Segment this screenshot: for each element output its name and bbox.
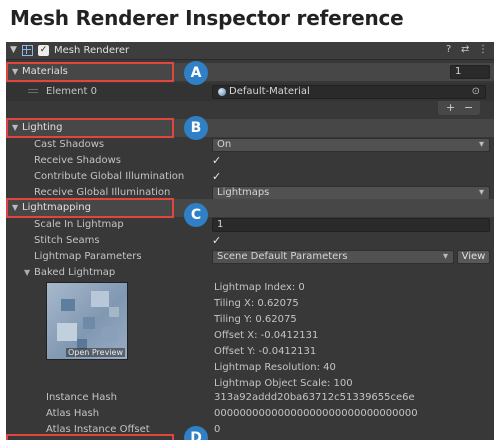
contribute-gi-row: Contribute Global Illumination ✓ (6, 169, 494, 185)
materials-count-field[interactable]: 1 (450, 65, 490, 79)
view-parameters-button[interactable]: View (457, 250, 490, 264)
drag-handle-icon[interactable] (28, 89, 38, 90)
receive-gi-dropdown[interactable]: Lightmaps (212, 186, 490, 200)
baked-lightmap-arrow-icon[interactable]: ▼ (24, 268, 30, 277)
inspector-panel: ▼ ✓ Mesh Renderer ? ⇄ ⋮ ▼ Materials 1 El… (6, 42, 494, 440)
lightmap-parameters-dropdown[interactable]: Scene Default Parameters (212, 250, 454, 264)
tiling-y-text: Tiling Y: 0.62075 (214, 314, 297, 325)
receive-shadows-label: Receive Shadows (34, 155, 121, 166)
offset-x-text: Offset X: -0.0412131 (214, 330, 319, 341)
stitch-seams-label: Stitch Seams (34, 235, 100, 246)
receive-gi-label: Receive Global Illumination (34, 187, 171, 198)
contribute-gi-checkbox[interactable]: ✓ (212, 170, 221, 183)
highlight-box-d (6, 434, 174, 440)
scale-in-lightmap-row: Scale In Lightmap 1 (6, 217, 494, 233)
material-element-label: Element 0 (46, 86, 97, 97)
add-element-button[interactable]: + (446, 101, 455, 114)
atlas-hash-label: Atlas Hash (46, 408, 100, 419)
cast-shadows-dropdown[interactable]: On (212, 138, 490, 152)
component-title: Mesh Renderer (54, 45, 130, 56)
material-element-row: Element 0 Default-Material ⊙ (6, 83, 494, 101)
highlight-box-lightmapping (6, 198, 174, 218)
more-options-icon[interactable]: ⋮ (478, 44, 488, 55)
component-header[interactable]: ▼ ✓ Mesh Renderer ? ⇄ ⋮ (6, 42, 494, 60)
lightmap-preview-image[interactable]: Open Preview (46, 282, 128, 360)
remove-element-button[interactable]: − (464, 101, 473, 114)
baked-lightmap-label: Baked Lightmap (34, 267, 116, 278)
scale-in-lightmap-label: Scale In Lightmap (34, 219, 124, 230)
stitch-seams-checkbox[interactable]: ✓ (212, 234, 221, 247)
lightmap-resolution-text: Lightmap Resolution: 40 (214, 362, 336, 373)
highlight-box-lighting (6, 118, 174, 138)
open-preview-button[interactable]: Open Preview (65, 348, 125, 357)
material-sphere-icon (218, 88, 226, 96)
contribute-gi-label: Contribute Global Illumination (34, 171, 185, 182)
highlight-box-materials (6, 62, 174, 82)
component-enabled-checkbox[interactable]: ✓ (38, 45, 49, 56)
presets-icon[interactable]: ⇄ (461, 44, 469, 55)
instance-hash-value: 313a92addd20ba63712c51339655ce6e (214, 392, 415, 403)
lightmap-parameters-label: Lightmap Parameters (34, 251, 142, 262)
receive-shadows-row: Receive Shadows ✓ (6, 153, 494, 169)
material-name: Default-Material (229, 86, 310, 97)
stitch-seams-row: Stitch Seams ✓ (6, 233, 494, 249)
callout-badge-b: B (184, 116, 208, 140)
atlas-instance-offset-value: 0 (214, 424, 221, 435)
list-add-remove: + − (438, 101, 480, 115)
object-picker-icon[interactable]: ⊙ (472, 86, 480, 98)
instance-hash-row: Instance Hash 313a92addd20ba63712c513396… (6, 390, 494, 406)
scale-in-lightmap-field[interactable]: 1 (212, 218, 490, 232)
callout-badge-c: C (184, 203, 208, 227)
lightmap-parameters-row: Lightmap Parameters Scene Default Parame… (6, 249, 494, 265)
atlas-hash-value: 00000000000000000000000000000000 (214, 408, 418, 419)
receive-shadows-checkbox[interactable]: ✓ (212, 154, 221, 167)
tiling-x-text: Tiling X: 0.62075 (214, 298, 299, 309)
instance-hash-label: Instance Hash (46, 392, 117, 403)
help-icon[interactable]: ? (446, 44, 451, 55)
offset-y-text: Offset Y: -0.0412131 (214, 346, 317, 357)
cast-shadows-label: Cast Shadows (34, 139, 105, 150)
page-title: Mesh Renderer Inspector reference (10, 6, 404, 30)
lightmap-index-text: Lightmap Index: 0 (214, 282, 305, 293)
material-object-field[interactable]: Default-Material ⊙ (212, 85, 486, 99)
callout-badge-a: A (184, 61, 208, 85)
baked-lightmap-row[interactable]: ▼ Baked Lightmap (6, 265, 494, 281)
mesh-renderer-icon (22, 45, 33, 56)
atlas-hash-row: Atlas Hash 00000000000000000000000000000… (6, 406, 494, 422)
lightmap-object-scale-text: Lightmap Object Scale: 100 (214, 378, 353, 389)
collapse-arrow-icon[interactable]: ▼ (10, 45, 17, 55)
cast-shadows-row: Cast Shadows On (6, 137, 494, 153)
